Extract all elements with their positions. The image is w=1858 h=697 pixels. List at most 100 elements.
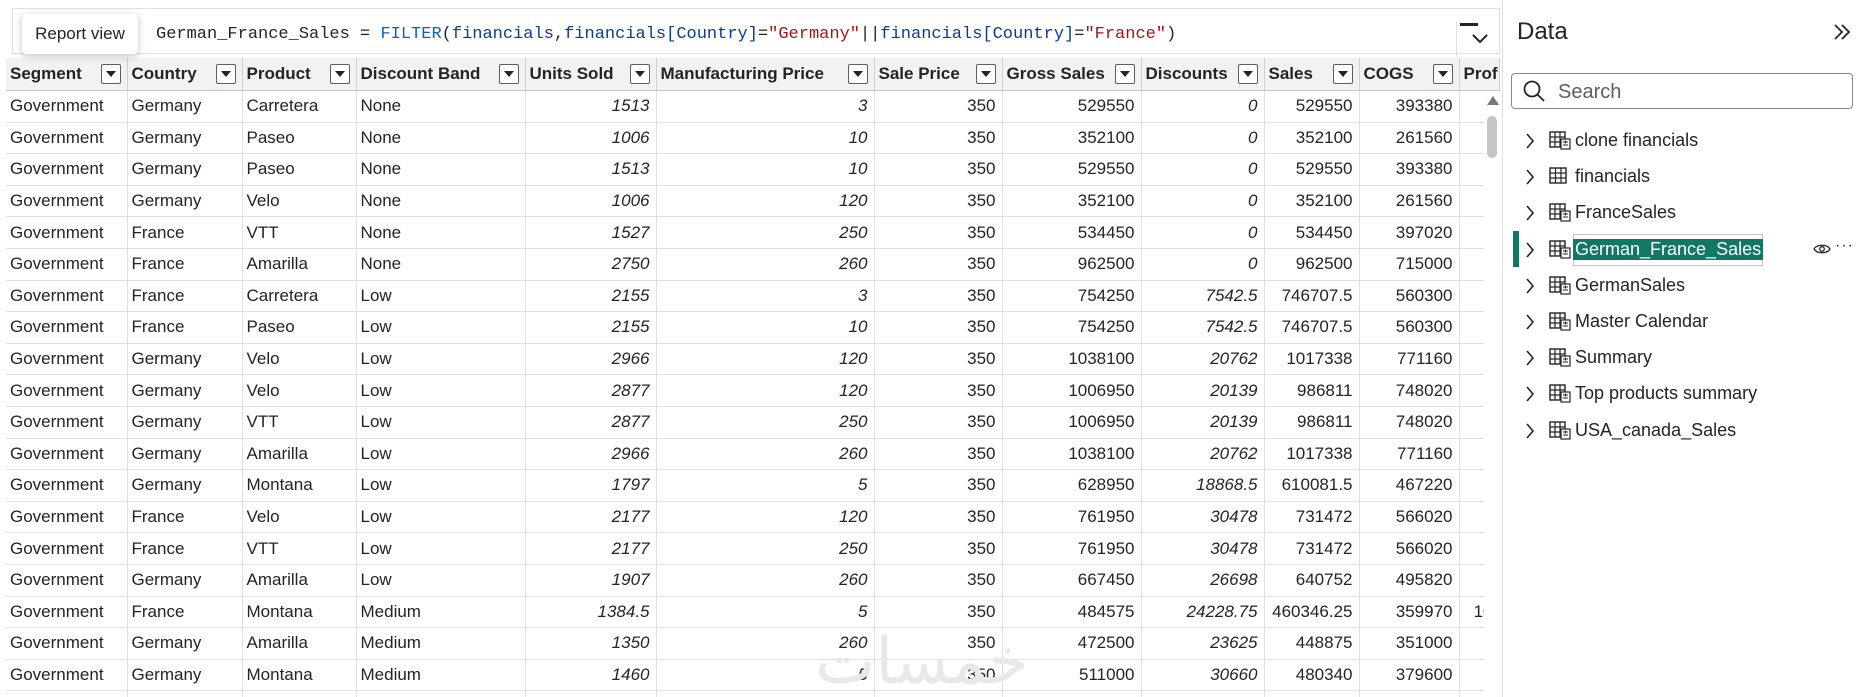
column-header[interactable]: Product: [242, 58, 357, 91]
chevron-right-icon[interactable]: [1525, 242, 1535, 258]
table-row[interactable]: Government France Velo Low 2177 120 350 761950 3…: [6, 501, 1500, 534]
table-cell: 534450: [1264, 216, 1360, 249]
chevron-right-icon[interactable]: [1525, 422, 1535, 439]
calculated-table-icon: [1549, 383, 1571, 408]
table-cell: 460346.25: [1264, 596, 1360, 629]
vertical-scrollbar[interactable]: [1484, 92, 1500, 697]
table-row[interactable]: Government Germany Amarilla Low 1907 260 350 66…: [6, 564, 1500, 597]
table-cell: Low: [356, 311, 526, 344]
filter-dropdown-icon[interactable]: [629, 64, 650, 84]
filter-dropdown-icon[interactable]: [1332, 64, 1353, 84]
table-cell: 2155: [525, 280, 657, 313]
table-row[interactable]: Government Germany Carretera None 1513 3 350 52…: [6, 90, 1500, 123]
filter-dropdown-icon[interactable]: [498, 64, 519, 84]
table-cell: France: [127, 596, 243, 629]
chevron-right-icon[interactable]: [1525, 205, 1535, 221]
table-cell: Low: [356, 501, 526, 534]
column-header[interactable]: Sales: [1264, 58, 1360, 91]
table-cell: 667450: [1002, 564, 1142, 597]
column-header[interactable]: COGS: [1359, 58, 1460, 91]
table-row[interactable]: Government France Montana Medium 1384.5 5 350 4…: [6, 596, 1500, 629]
column-header[interactable]: Sale Price: [874, 58, 1003, 91]
column-header[interactable]: Manufacturing Price: [656, 58, 875, 91]
column-header[interactable]: Country: [127, 58, 243, 91]
chevron-right-icon[interactable]: [1525, 133, 1535, 149]
tree-item-table[interactable]: Summary: [1503, 339, 1858, 375]
table-cell: Amarilla: [242, 438, 357, 471]
table-row[interactable]: Government Germany Amarilla Low 2966 260 350 10…: [6, 438, 1500, 471]
chevron-right-icon[interactable]: [1525, 278, 1535, 294]
tree-item-table[interactable]: financials: [1503, 158, 1858, 194]
table-row[interactable]: Government Germany Paseo None 1006 10 350 35210…: [6, 122, 1500, 155]
filter-dropdown-icon[interactable]: [329, 64, 350, 84]
filter-dropdown-icon[interactable]: [847, 64, 868, 84]
column-header-label: Prof: [1463, 64, 1498, 84]
table-cell: 350: [874, 343, 1003, 376]
scroll-thumb[interactable]: [1487, 116, 1497, 158]
table-cell: Carretera: [242, 280, 357, 313]
search-box[interactable]: [1511, 73, 1853, 109]
table-row[interactable]: Government Germany Montana Medium 1460 5 350 51…: [6, 659, 1500, 692]
table-cell: 962500: [1002, 248, 1142, 281]
table-cell: 761950: [1002, 532, 1142, 565]
table-row[interactable]: Government France Carretera Low 2155 3 350 7542…: [6, 280, 1500, 313]
column-header[interactable]: Segment: [6, 58, 128, 91]
filter-dropdown-icon[interactable]: [1237, 64, 1258, 84]
table-row[interactable]: Government Germany VTT Low 2877 250 350 1006950…: [6, 406, 1500, 439]
table-cell: 30660: [1141, 659, 1265, 692]
formula-bar[interactable]: German_France_Sales = FILTER(financials,…: [12, 8, 1500, 57]
table-cell: 1006950: [1002, 374, 1142, 407]
chevron-right-icon[interactable]: [1525, 314, 1535, 330]
tree-item-table[interactable]: Master Calendar: [1503, 303, 1858, 339]
column-header[interactable]: Discounts: [1141, 58, 1265, 91]
table-cell: 1460: [525, 659, 657, 692]
table-row[interactable]: Government Germany Amarilla Medium 1350 260 35…: [6, 627, 1500, 660]
table-row[interactable]: Government France Paseo Low 2155 10 350 754250 7…: [6, 311, 1500, 344]
tree-item-table[interactable]: clone financials: [1503, 122, 1858, 158]
filter-dropdown-icon[interactable]: [975, 64, 996, 84]
table-row[interactable]: Government Germany Paseo None 1513 10 350 52955…: [6, 153, 1500, 186]
table-cell: 250: [656, 216, 875, 249]
table-cell: Amarilla: [242, 627, 357, 660]
table-cell: 350: [874, 406, 1003, 439]
table-cell: 350: [874, 280, 1003, 313]
table-row[interactable]: Government Germany Velo None 1006 120 350 35210…: [6, 185, 1500, 218]
eye-icon[interactable]: [1813, 243, 1831, 255]
column-header[interactable]: Units Sold: [525, 58, 657, 91]
tree-item-table[interactable]: GermanSales: [1503, 267, 1858, 303]
table-row[interactable]: Government France VTT None 1527 250 350 534450 0…: [6, 216, 1500, 249]
tree-item-table[interactable]: FranceSales: [1503, 194, 1858, 230]
chevron-right-icon[interactable]: [1525, 386, 1535, 402]
search-input[interactable]: [1556, 79, 1840, 105]
filter-dropdown-icon[interactable]: [1114, 64, 1135, 84]
collapse-pane-button[interactable]: [1833, 23, 1851, 46]
table-cell: 1527: [525, 216, 657, 249]
formula-input[interactable]: German_France_Sales = FILTER(financials,…: [156, 25, 1176, 44]
tree-item-table[interactable]: German_France_Sales ···: [1503, 230, 1858, 267]
table-row[interactable]: GovernmentFrancePaseoMedium1496103505236…: [6, 690, 1500, 697]
table-row[interactable]: Government France VTT Low 2177 250 350 761950 30…: [6, 532, 1500, 565]
table-cell: 448875: [1264, 627, 1360, 660]
column-header[interactable]: Prof: [1459, 58, 1500, 91]
table-row[interactable]: Government Germany Montana Low 1797 5 350 62895…: [6, 469, 1500, 502]
filter-dropdown-icon[interactable]: [1432, 64, 1453, 84]
table-cell: France: [127, 280, 243, 313]
table-row[interactable]: Government Germany Velo Low 2966 120 350 103810…: [6, 343, 1500, 376]
watermark: خمسات: [815, 625, 1029, 697]
tree-item-table[interactable]: USA_canada_Sales: [1503, 412, 1858, 448]
column-header[interactable]: Discount Band: [356, 58, 526, 91]
chevron-right-icon[interactable]: [1525, 350, 1535, 366]
scroll-up-icon[interactable]: [1487, 96, 1499, 105]
tree-item-label: Master Calendar: [1575, 310, 1709, 331]
filter-dropdown-icon[interactable]: [215, 64, 236, 84]
formula-collapse-button[interactable]: [1456, 21, 1500, 57]
table-row[interactable]: Government France Amarilla None 2750 260 350 96…: [6, 248, 1500, 281]
chevron-right-icon[interactable]: [1525, 169, 1535, 185]
table-row[interactable]: Government Germany Velo Low 2877 120 350 100695…: [6, 374, 1500, 407]
table-cell: 986811: [1264, 406, 1360, 439]
column-header[interactable]: Gross Sales: [1002, 58, 1142, 91]
filter-dropdown-icon[interactable]: [100, 64, 121, 84]
calculated-table-icon: [1549, 202, 1571, 227]
more-options-icon[interactable]: ···: [1835, 237, 1854, 255]
tree-item-table[interactable]: Top products summary: [1503, 375, 1858, 411]
